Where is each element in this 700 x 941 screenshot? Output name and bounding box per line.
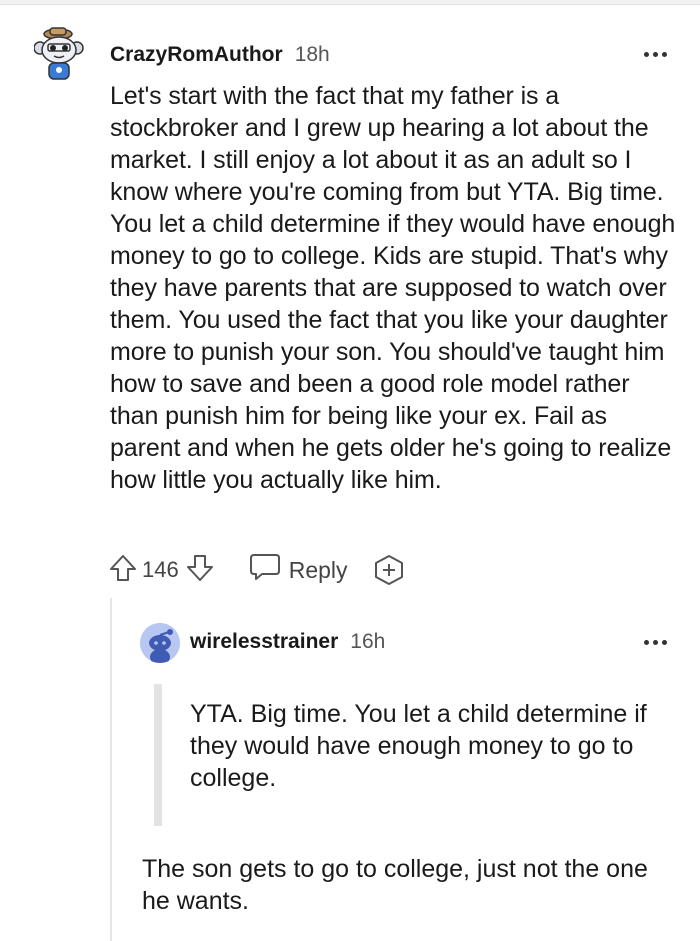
- timestamp[interactable]: 16h: [350, 630, 385, 654]
- snoo-avatar-icon[interactable]: [140, 623, 180, 663]
- top-divider: [0, 0, 700, 5]
- more-options-icon[interactable]: [640, 635, 670, 649]
- comment-header: CrazyRomAuthor 18h: [110, 40, 330, 70]
- arrow-up-icon[interactable]: [108, 553, 138, 588]
- blockquote-bar: [154, 684, 162, 826]
- thread-line[interactable]: [110, 598, 112, 941]
- comment-header: wirelesstrainer 16h: [190, 628, 385, 656]
- vote-count: 146: [142, 557, 179, 582]
- arrow-down-icon[interactable]: [185, 553, 215, 588]
- reply-body: The son gets to go to college, just not …: [142, 855, 648, 915]
- comment-actions: 146 Reply: [108, 552, 406, 588]
- more-options-icon[interactable]: [640, 47, 670, 61]
- timestamp[interactable]: 18h: [295, 43, 330, 67]
- username[interactable]: wirelesstrainer: [190, 630, 338, 654]
- speech-bubble-icon: [249, 552, 281, 588]
- reply-label: Reply: [288, 556, 348, 583]
- username[interactable]: CrazyRomAuthor: [110, 43, 283, 67]
- blockquote-text: YTA. Big time. You let a child determine…: [190, 700, 647, 792]
- snoo-avatar-icon[interactable]: [33, 26, 84, 84]
- comment-body: Let's start with the fact that my father…: [110, 82, 676, 494]
- reply-button[interactable]: Reply: [249, 552, 348, 588]
- award-plus-icon[interactable]: [372, 553, 406, 587]
